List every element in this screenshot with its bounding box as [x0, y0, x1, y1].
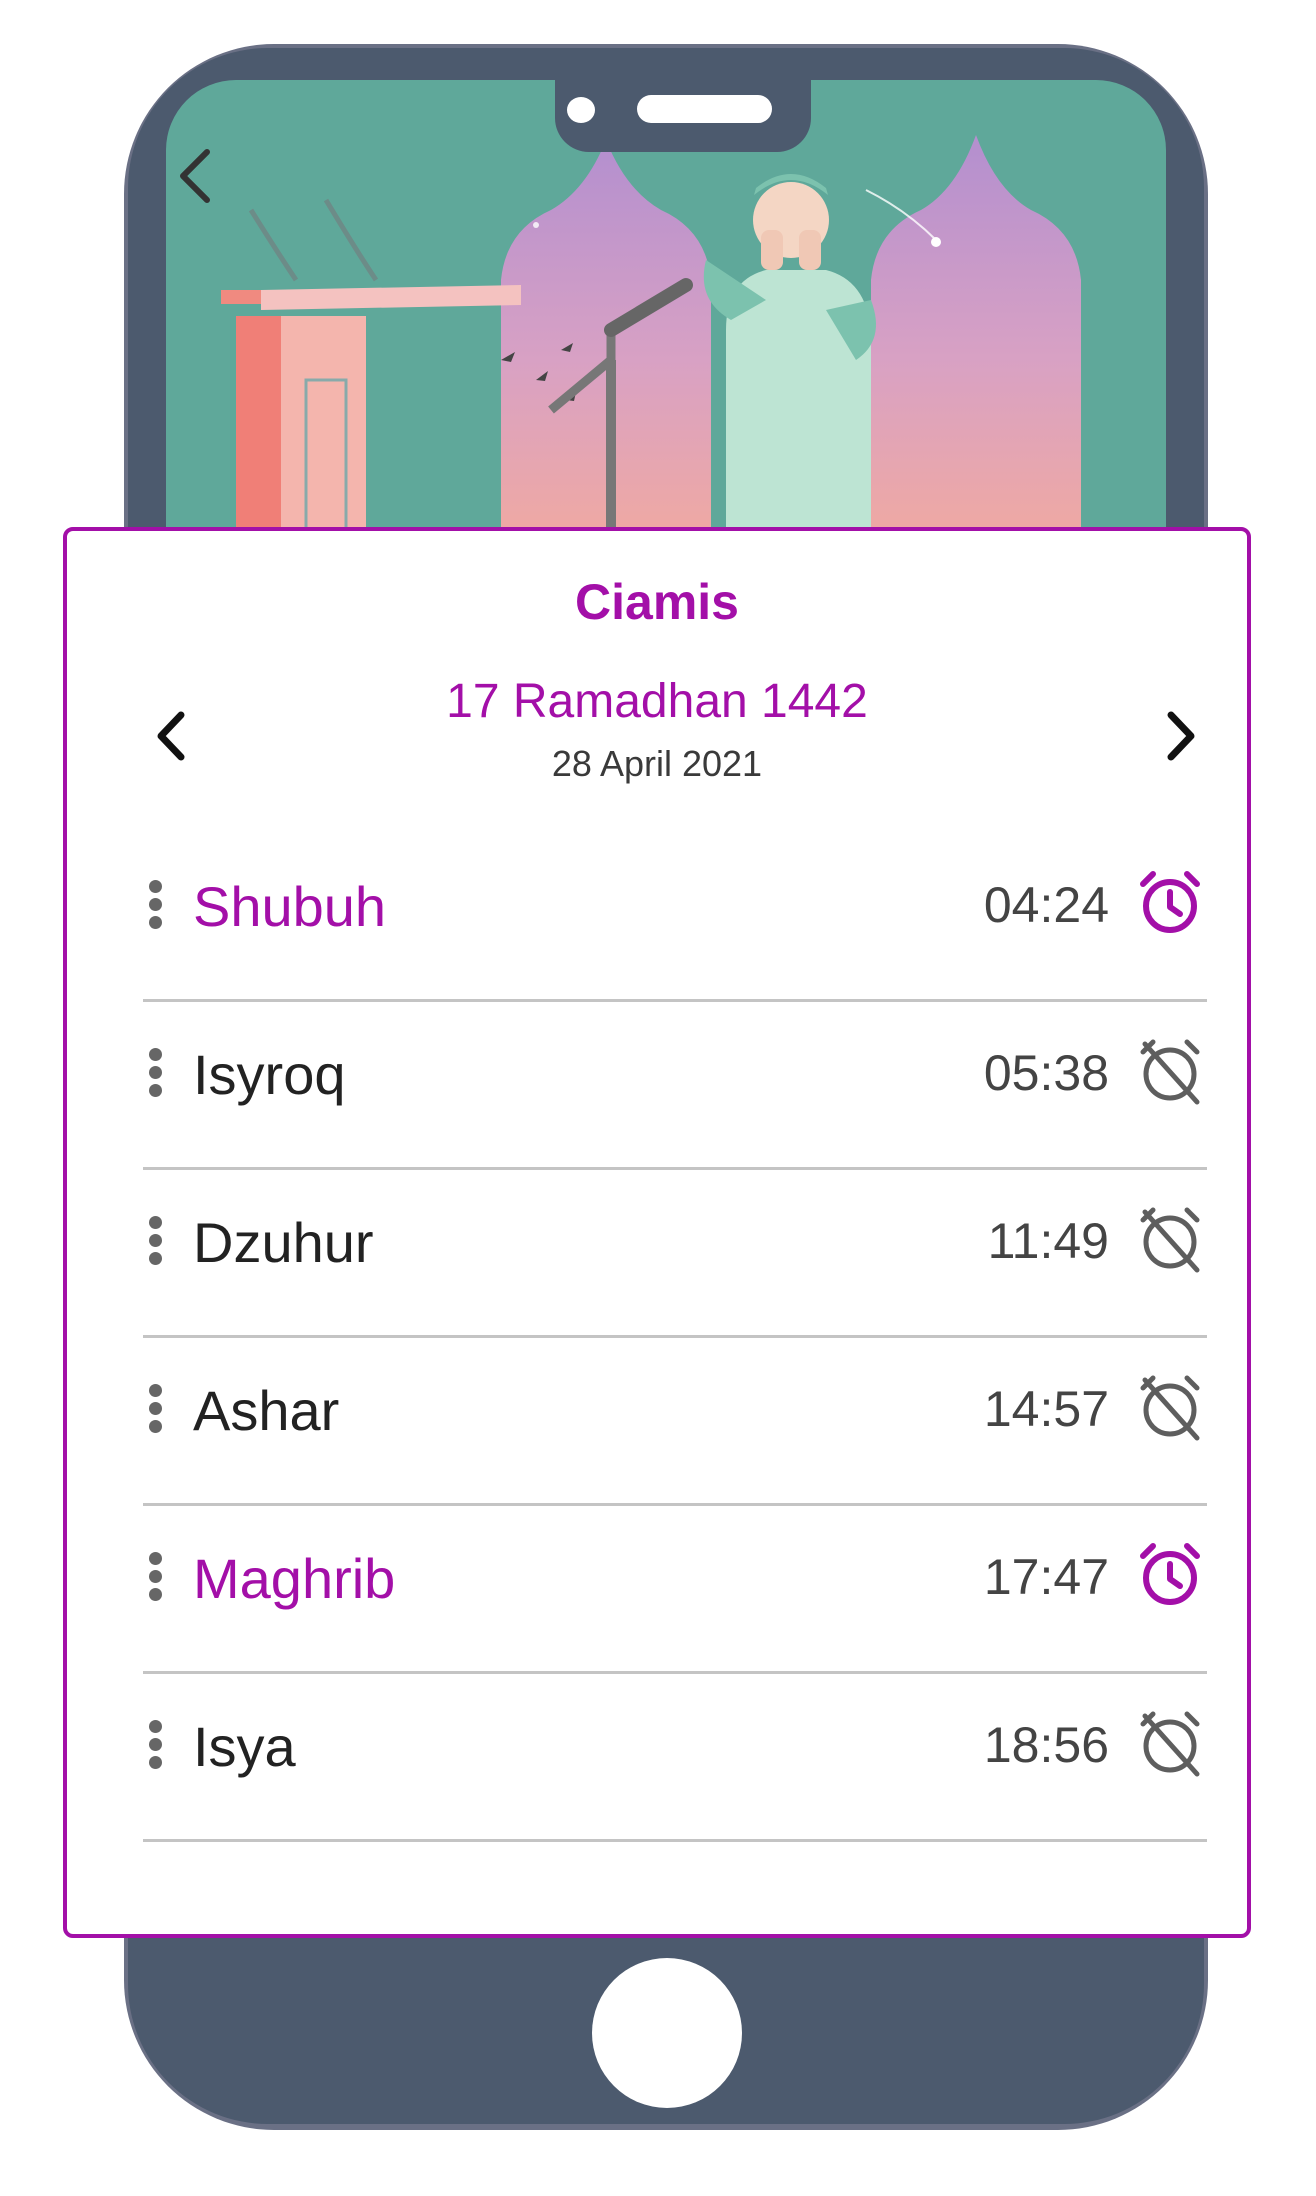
- drag-handle-icon[interactable]: [149, 1216, 165, 1276]
- prayer-name: Isya: [193, 1715, 296, 1778]
- prayer-times-card: Ciamis 17 Ramadhan 1442 28 April 2021 Sh…: [63, 527, 1251, 1938]
- prayer-time: 04:24: [983, 877, 1109, 933]
- prayer-time: 17:47: [983, 1549, 1109, 1605]
- alarm-off-icon[interactable]: [1137, 1036, 1203, 1106]
- alarm-off-icon[interactable]: [1137, 1372, 1203, 1442]
- prayer-row[interactable]: Ashar 14:57: [143, 1338, 1207, 1506]
- drag-handle-icon[interactable]: [149, 1720, 165, 1780]
- alarm-off-icon[interactable]: [1137, 1708, 1203, 1778]
- home-button[interactable]: [592, 1958, 742, 2108]
- drag-handle-icon[interactable]: [149, 880, 165, 940]
- back-button[interactable]: [175, 146, 215, 206]
- prayer-time: 05:38: [983, 1045, 1109, 1101]
- prayer-name: Maghrib: [193, 1547, 396, 1610]
- back-arrow-icon: [180, 149, 210, 203]
- prayer-name: Shubuh: [193, 875, 387, 938]
- chevron-right-icon: [1167, 711, 1195, 761]
- prayer-row[interactable]: Dzuhur 11:49: [143, 1170, 1207, 1338]
- camera-dot: [567, 97, 595, 123]
- prayer-time: 14:57: [983, 1381, 1109, 1437]
- gregorian-date: 28 April 2021: [551, 743, 763, 784]
- city-title: Ciamis: [575, 574, 739, 630]
- prayer-row[interactable]: Maghrib 17:47: [143, 1506, 1207, 1674]
- hijri-date: 17 Ramadhan 1442: [446, 675, 868, 728]
- prayer-row[interactable]: Isya 18:56: [143, 1674, 1207, 1842]
- drag-handle-icon[interactable]: [149, 1384, 165, 1444]
- next-day-button[interactable]: [1149, 701, 1209, 771]
- prayer-row[interactable]: Isyroq 05:38: [143, 1002, 1207, 1170]
- prayer-time: 11:49: [987, 1213, 1109, 1269]
- prayer-name: Dzuhur: [193, 1211, 374, 1274]
- alarm-on-icon[interactable]: [1137, 868, 1203, 938]
- prayer-row[interactable]: Shubuh 04:24: [143, 834, 1207, 1002]
- earpiece-speaker: [637, 95, 772, 123]
- drag-handle-icon[interactable]: [149, 1552, 165, 1612]
- alarm-off-icon[interactable]: [1137, 1204, 1203, 1274]
- prayer-name: Isyroq: [193, 1043, 346, 1106]
- prayer-time: 18:56: [983, 1717, 1109, 1773]
- prayer-name: Ashar: [193, 1379, 340, 1442]
- alarm-on-icon[interactable]: [1137, 1540, 1203, 1610]
- drag-handle-icon[interactable]: [149, 1048, 165, 1108]
